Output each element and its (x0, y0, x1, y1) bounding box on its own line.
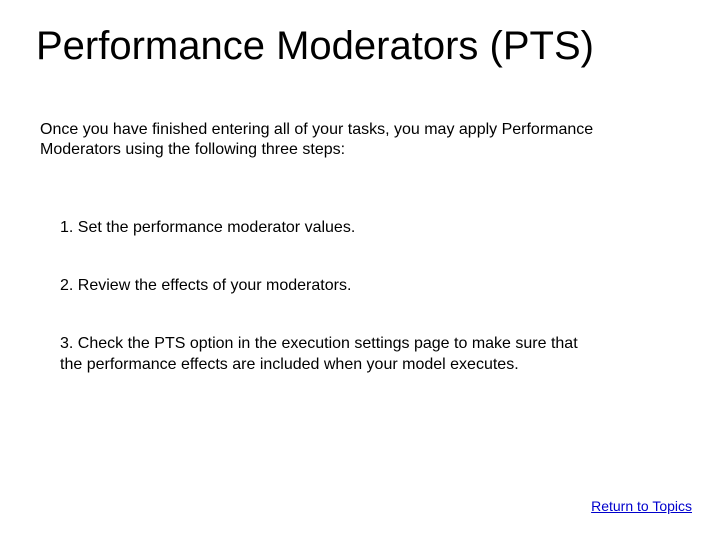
intro-text: Once you have finished entering all of y… (40, 120, 660, 160)
step-3: 3. Check the PTS option in the execution… (60, 334, 580, 376)
page-title: Performance Moderators (PTS) (36, 24, 684, 69)
return-to-topics-link[interactable]: Return to Topics (591, 498, 692, 514)
slide: Performance Moderators (PTS) Once you ha… (0, 0, 720, 540)
step-1: 1. Set the performance moderator values. (60, 218, 600, 239)
step-2: 2. Review the effects of your moderators… (60, 276, 600, 297)
